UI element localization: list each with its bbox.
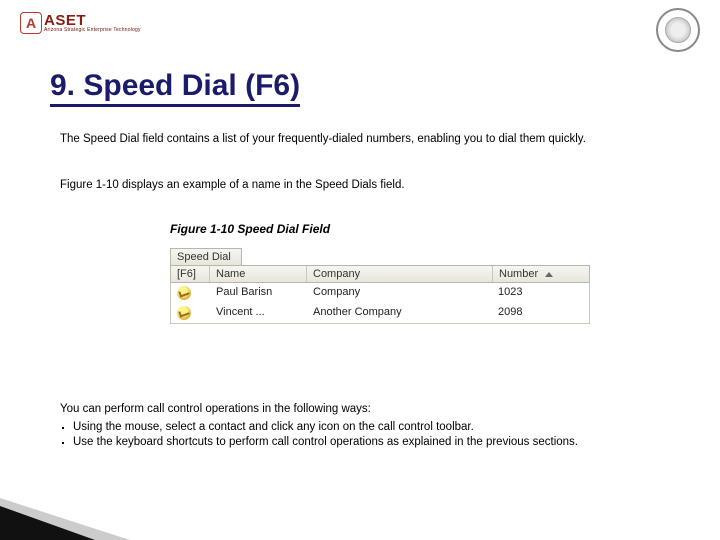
aset-logo-letter: A (26, 15, 36, 31)
panel-body: Paul Barisn Company 1023 Vincent ... Ano… (170, 283, 590, 324)
panel-title: Speed Dial (170, 248, 242, 265)
row-company-cell: Company (307, 283, 470, 303)
aset-logo: A ASET Arizona Strategic Enterprise Tech… (20, 12, 700, 34)
operations-section: You can perform call control operations … (60, 402, 670, 451)
operations-intro: You can perform call control operations … (60, 403, 371, 415)
row-number-cell: 1023 (470, 283, 589, 303)
corner-decoration-front (0, 506, 95, 540)
column-header-number-label: Number (499, 268, 538, 280)
contact-icon (177, 286, 191, 300)
figure-caption: Figure 1-10 Speed Dial Field (170, 222, 330, 236)
row-number-cell: 2098 (470, 303, 589, 323)
state-seal-icon (656, 8, 700, 52)
row-name-cell: Paul Barisn (210, 283, 307, 303)
column-header-name[interactable]: Name (210, 266, 307, 282)
list-item: Using the mouse, select a contact and cl… (62, 420, 670, 436)
page-header: A ASET Arizona Strategic Enterprise Tech… (20, 12, 700, 46)
aset-logo-mark: A (20, 12, 42, 34)
column-header-shortcut[interactable]: [F6] (171, 266, 210, 282)
state-seal-inner (665, 17, 691, 43)
aset-logo-text: ASET Arizona Strategic Enterprise Techno… (44, 13, 141, 33)
row-name-cell: Vincent ... (210, 303, 307, 323)
column-header-company[interactable]: Company (307, 266, 493, 282)
page-title: 9. Speed Dial (F6) (50, 70, 300, 107)
table-row[interactable]: Vincent ... Another Company 2098 (171, 303, 589, 323)
column-header-number[interactable]: Number (493, 266, 589, 282)
row-company-cell: Another Company (307, 303, 470, 323)
panel-column-headers: [F6] Name Company Number (170, 265, 590, 283)
row-icon-cell (171, 303, 210, 323)
table-row[interactable]: Paul Barisn Company 1023 (171, 283, 589, 303)
sort-ascending-icon (545, 272, 553, 277)
aset-logo-sub: Arizona Strategic Enterprise Technology (44, 28, 141, 33)
contact-icon (177, 306, 191, 320)
aset-logo-word: ASET (44, 13, 141, 28)
list-item: Use the keyboard shortcuts to perform ca… (62, 435, 670, 451)
speed-dial-panel: Speed Dial [F6] Name Company Number Paul… (170, 248, 590, 324)
operations-bullets: Using the mouse, select a contact and cl… (60, 420, 670, 451)
figure-reference-paragraph: Figure 1-10 displays an example of a nam… (60, 178, 670, 194)
intro-paragraph: The Speed Dial field contains a list of … (60, 132, 670, 148)
row-icon-cell (171, 283, 210, 303)
